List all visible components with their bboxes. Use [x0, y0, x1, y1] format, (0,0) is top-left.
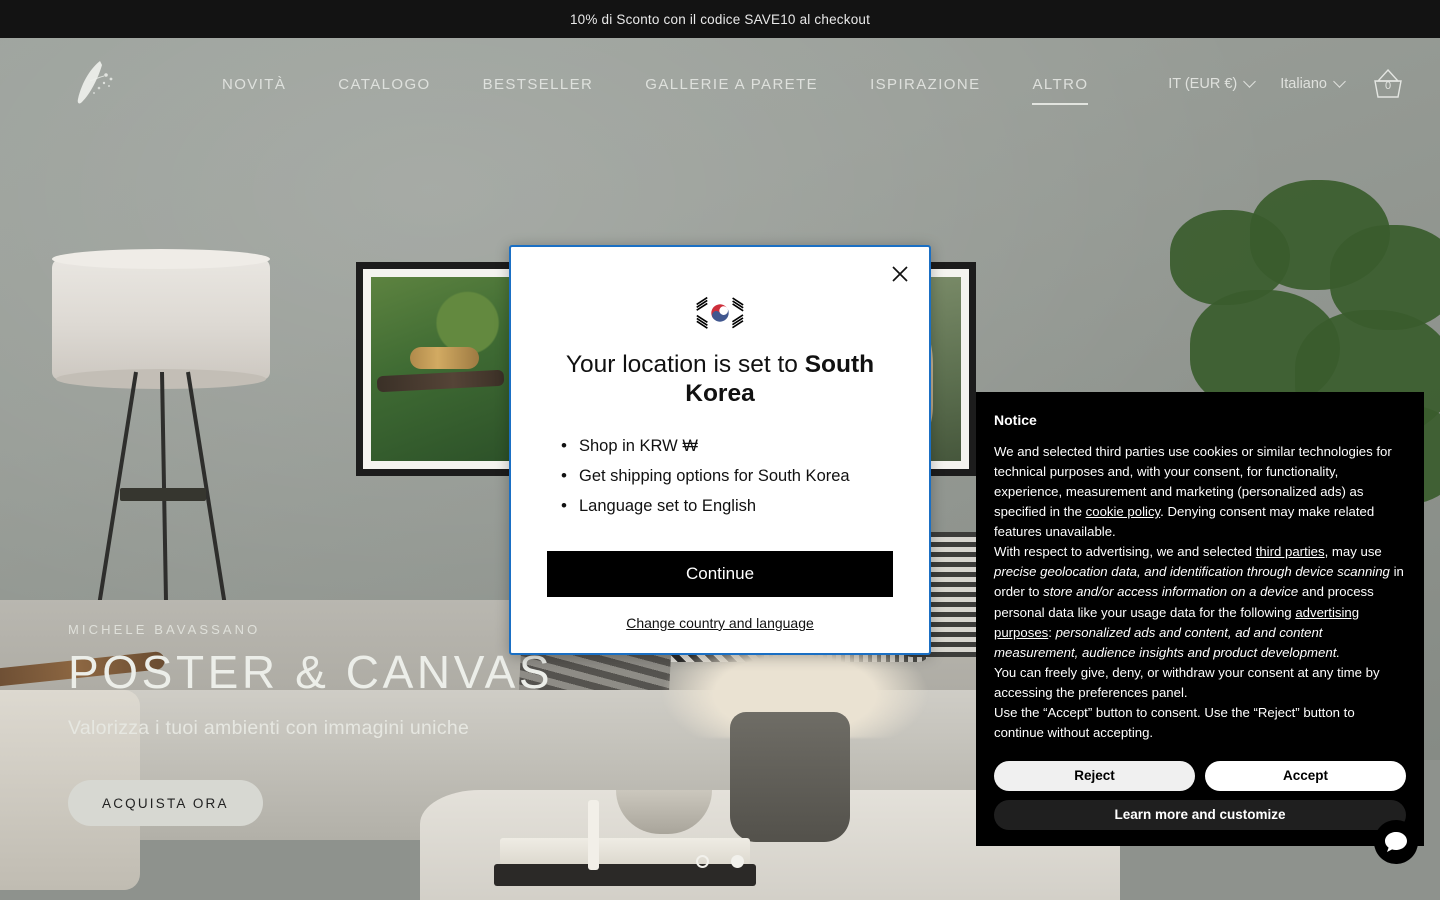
- cookie-p2-e: :: [1048, 624, 1056, 640]
- chat-widget-button[interactable]: [1374, 820, 1418, 864]
- cookie-p2-b: , may use: [1324, 544, 1382, 560]
- cart-count-badge: 0: [1384, 80, 1392, 92]
- close-x-icon: [892, 266, 908, 282]
- framed-artwork-leopard: [356, 262, 524, 476]
- list-item: Get shipping options for South Korea: [561, 466, 929, 497]
- cookie-notice-body: We and selected third parties use cookie…: [994, 442, 1406, 743]
- cookie-button-row: Reject Accept: [994, 760, 1406, 791]
- nav-item-gallerie-a-parete[interactable]: GALLERIE A PARETE: [619, 66, 844, 103]
- nav-item-novita[interactable]: NOVITÀ: [196, 66, 312, 103]
- cookie-p2-a: With respect to advertising, we and sele…: [994, 544, 1256, 560]
- cookie-policy-link[interactable]: cookie policy: [1086, 504, 1161, 519]
- nav-item-ispirazione[interactable]: ISPIRAZIONE: [844, 66, 1006, 103]
- lamp-brace: [120, 488, 206, 501]
- feather-logo-icon: [77, 61, 113, 104]
- header-utilities: IT (EUR €) Italiano 0: [1168, 67, 1412, 101]
- close-icon[interactable]: [883, 257, 917, 291]
- list-item: Shop in KRW ₩: [561, 436, 929, 467]
- cookie-p2-em2: store and/or access information on a dev…: [1043, 584, 1299, 600]
- page-root: 10% di Sconto con il codice SAVE10 al ch…: [0, 0, 1440, 900]
- hero-eyebrow: MICHELE BAVASSANO: [68, 622, 261, 637]
- feather-logo[interactable]: [66, 55, 126, 113]
- announcement-bar: 10% di Sconto con il codice SAVE10 al ch…: [0, 0, 1440, 38]
- carousel-dots: [0, 855, 1440, 868]
- chevron-down-icon: [1243, 74, 1257, 88]
- hero-subtitle: Valorizza i tuoi ambienti con immagini u…: [68, 717, 470, 739]
- learn-more-customize-button[interactable]: Learn more and customize: [994, 799, 1406, 830]
- continue-button[interactable]: Continue: [547, 550, 893, 597]
- location-modal-title: Your location is set to South Korea: [511, 333, 929, 409]
- nav-item-altro[interactable]: ALTRO: [1006, 66, 1114, 105]
- cookie-notice-heading: Notice: [994, 412, 1037, 428]
- hero-title: POSTER & CANVAS: [68, 646, 554, 698]
- location-benefits-list: Shop in KRW ₩ Get shipping options for S…: [511, 436, 929, 527]
- cookie-p4: Use the “Accept” button to consent. Use …: [994, 704, 1355, 740]
- language-selector-label: Italiano: [1280, 76, 1327, 92]
- accept-button[interactable]: Accept: [1205, 760, 1406, 791]
- nav-item-catalogo[interactable]: CATALOGO: [312, 66, 456, 103]
- shop-now-button[interactable]: ACQUISTA ORA: [68, 780, 263, 826]
- currency-selector[interactable]: IT (EUR €): [1168, 74, 1257, 92]
- nav-item-bestseller[interactable]: BESTSELLER: [457, 66, 620, 103]
- carousel-dot-1[interactable]: [696, 855, 709, 868]
- location-title-prefix: Your location is set to: [565, 351, 805, 378]
- chat-bubble-icon: [1385, 832, 1407, 852]
- announcement-text: 10% di Sconto con il codice SAVE10 al ch…: [569, 11, 871, 27]
- south-korea-flag: [691, 293, 749, 333]
- change-country-language-link[interactable]: Change country and language: [511, 615, 929, 631]
- cart-button[interactable]: 0: [1370, 67, 1406, 101]
- chevron-down-icon: [1333, 74, 1346, 88]
- reject-button[interactable]: Reject: [994, 760, 1195, 791]
- cookie-notice: Notice We and selected third parties use…: [976, 392, 1424, 846]
- ceramic-vase: [730, 712, 850, 842]
- currency-selector-label: IT (EUR €): [1168, 76, 1238, 92]
- cookie-p2-em1: precise geolocation data, and identifica…: [994, 564, 1390, 580]
- site-header: NOVITÀ CATALOGO BESTSELLER GALLERIE A PA…: [0, 38, 1440, 130]
- floor-lamp-shade: [52, 249, 270, 389]
- main-navigation: NOVITÀ CATALOGO BESTSELLER GALLERIE A PA…: [196, 66, 1114, 105]
- hero-copy: MICHELE BAVASSANO POSTER & CANVAS Valori…: [68, 622, 553, 826]
- list-item: Language set to English: [561, 496, 929, 527]
- language-selector[interactable]: Italiano: [1280, 74, 1346, 92]
- third-parties-link[interactable]: third parties: [1256, 544, 1325, 559]
- carousel-dot-2[interactable]: [731, 855, 744, 868]
- location-modal: Your location is set to South Korea Shop…: [509, 245, 931, 655]
- cookie-p3: You can freely give, deny, or withdraw y…: [994, 664, 1380, 700]
